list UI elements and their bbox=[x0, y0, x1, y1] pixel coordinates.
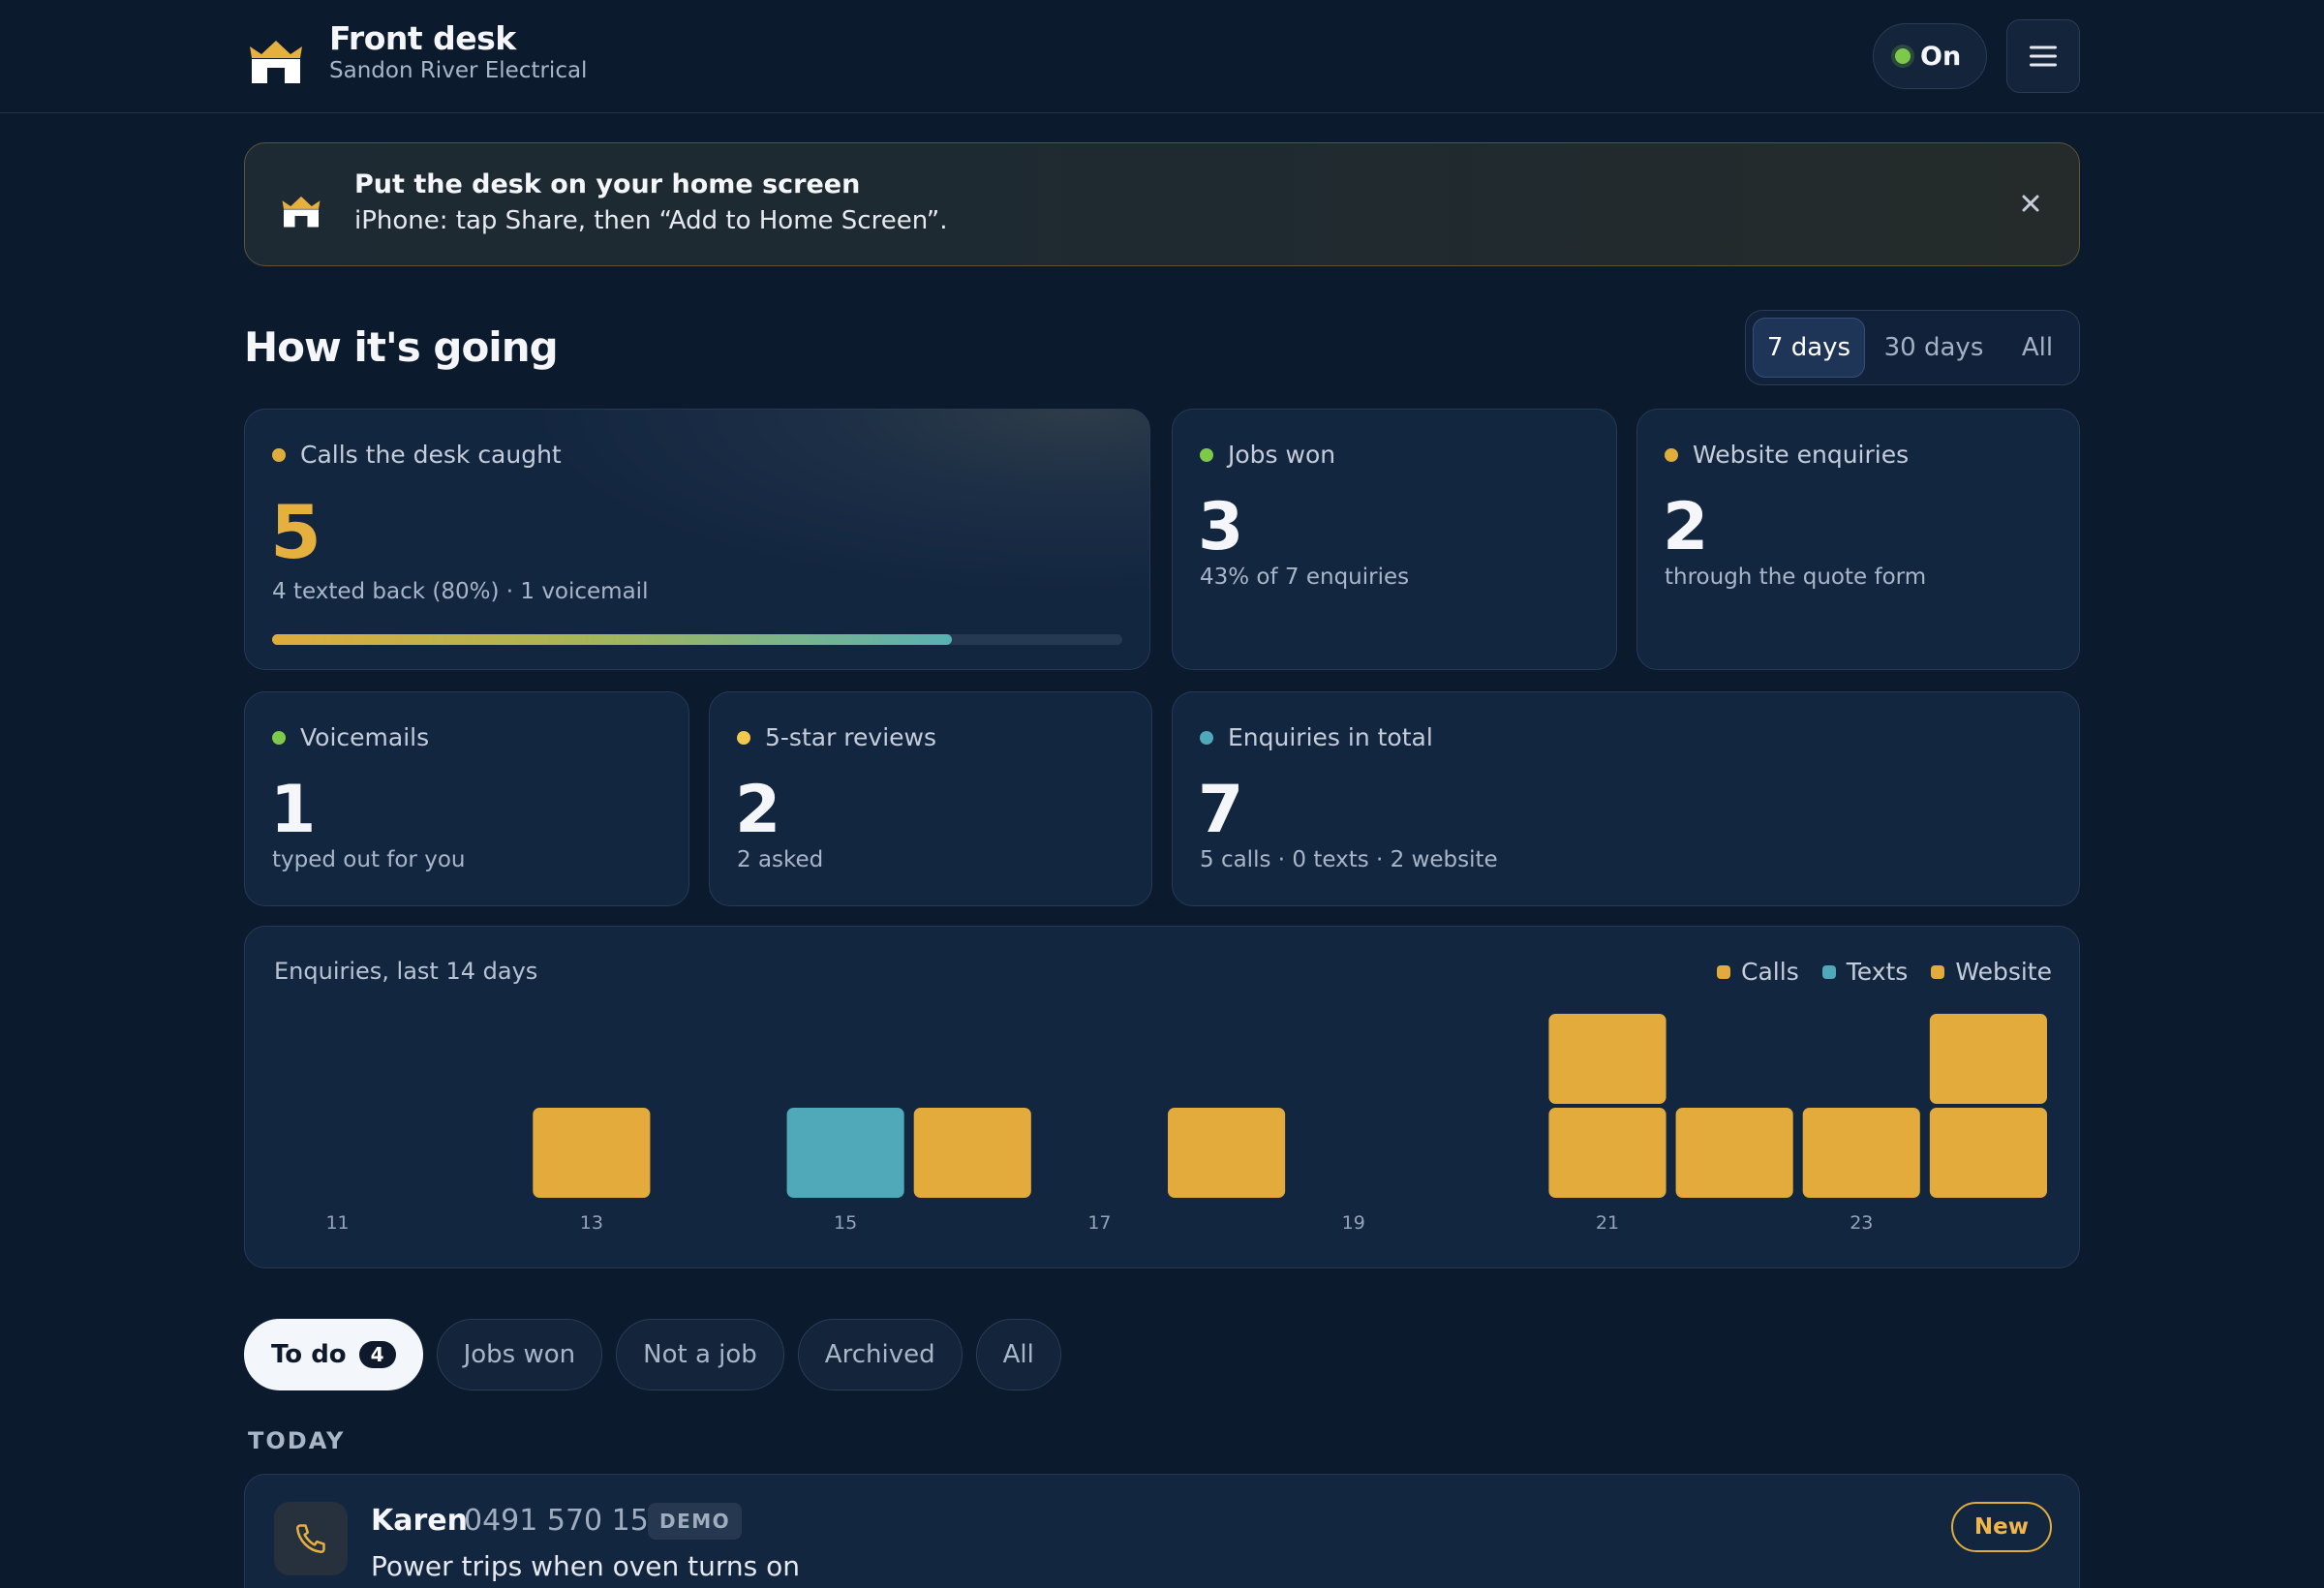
x-tick-label: 23 bbox=[1850, 1212, 1873, 1234]
close-icon bbox=[2022, 195, 2039, 212]
call-type-badge bbox=[274, 1502, 348, 1575]
bar-calls-24[interactable] bbox=[1929, 1108, 2047, 1198]
business-name: Sandon River Electrical bbox=[329, 58, 588, 83]
calls-caught-card[interactable]: Calls the desk caught 5 4 texted back (8… bbox=[244, 409, 1150, 670]
jobs-won-count: 3 bbox=[1198, 489, 1243, 565]
website-enquiries-count: 2 bbox=[1663, 489, 1708, 565]
status-badge: New bbox=[1950, 1502, 2052, 1552]
total-enquiries-card[interactable]: Enquiries in total 7 5 calls · 0 texts ·… bbox=[1172, 691, 2080, 906]
voicemails-card[interactable]: Voicemails 1 typed out for you bbox=[244, 691, 689, 906]
card-label: Website enquiries bbox=[1665, 441, 1909, 469]
bar-calls-18[interactable] bbox=[1168, 1108, 1286, 1198]
voicemails-detail: typed out for you bbox=[272, 847, 466, 872]
range-option-7-days[interactable]: 7 days bbox=[1753, 318, 1865, 378]
card-label: Calls the desk caught bbox=[272, 441, 562, 469]
demo-tag: DEMO bbox=[648, 1503, 743, 1540]
house-crown-icon bbox=[250, 41, 302, 83]
tab-not-a-job[interactable]: Not a job bbox=[616, 1319, 784, 1390]
jobs-won-detail: 43% of 7 enquiries bbox=[1200, 565, 1410, 590]
voicemails-count: 1 bbox=[270, 772, 316, 848]
calls-dot bbox=[272, 447, 286, 462]
card-label: 5-star reviews bbox=[737, 723, 936, 751]
total-enquiries-count: 7 bbox=[1198, 772, 1243, 848]
calls-detail: 4 texted back (80%) · 1 voicemail bbox=[272, 579, 649, 604]
x-tick-label: 13 bbox=[580, 1212, 603, 1234]
hamburger-menu-icon bbox=[2030, 46, 2057, 67]
tab-to-do[interactable]: To do 4 bbox=[244, 1319, 423, 1390]
reviews-dot bbox=[737, 730, 750, 745]
house-crown-icon bbox=[282, 196, 321, 228]
caller-phone[interactable]: 0491 570 156 bbox=[464, 1504, 667, 1538]
x-tick-label: 19 bbox=[1342, 1212, 1365, 1234]
tab-jobs-won[interactable]: Jobs won bbox=[436, 1319, 603, 1390]
desk-on-toggle[interactable]: On bbox=[1873, 23, 1987, 89]
range-option-30-days[interactable]: 30 days bbox=[1871, 318, 1997, 378]
app-title: Front desk bbox=[329, 19, 516, 57]
enquiry-list-item[interactable]: Karen 0491 570 156 DEMO Power trips when… bbox=[244, 1474, 2080, 1588]
bar-calls-23[interactable] bbox=[1802, 1108, 1920, 1198]
reviews-card[interactable]: 5-star reviews 2 2 asked bbox=[709, 691, 1152, 906]
tab-archived[interactable]: Archived bbox=[797, 1319, 963, 1390]
banner-title: Put the desk on your home screen bbox=[354, 169, 861, 199]
top-bar: Front desk Sandon River Electrical On bbox=[0, 0, 2324, 113]
website-enquiries-detail: through the quote form bbox=[1665, 565, 1927, 590]
tab-all[interactable]: All bbox=[975, 1319, 1061, 1390]
status-dot bbox=[1895, 48, 1911, 64]
bar-texts-15[interactable] bbox=[786, 1108, 904, 1198]
x-tick-label: 15 bbox=[834, 1212, 857, 1234]
jobs-dot bbox=[1200, 447, 1213, 462]
progress-fill bbox=[272, 634, 953, 645]
reviews-count: 2 bbox=[735, 772, 780, 848]
jobs-won-card[interactable]: Jobs won 3 43% of 7 enquiries bbox=[1172, 409, 1617, 670]
card-label: Voicemails bbox=[272, 723, 429, 751]
card-label: Jobs won bbox=[1200, 441, 1335, 469]
bar-calls-13[interactable] bbox=[533, 1108, 651, 1198]
caller-name: Karen bbox=[371, 1504, 468, 1538]
website-enquiries-card[interactable]: Website enquiries 2 through the quote fo… bbox=[1636, 409, 2080, 670]
enquiries-chart-card: Enquiries, last 14 days Calls Texts Webs… bbox=[244, 926, 2080, 1268]
website-dot bbox=[1665, 447, 1678, 462]
x-tick-label: 11 bbox=[325, 1212, 349, 1234]
toggle-label: On bbox=[1920, 41, 1962, 72]
range-option-all[interactable]: All bbox=[2003, 318, 2072, 378]
stats-section-title: How it's going bbox=[244, 323, 559, 371]
list-group-label: TODAY bbox=[248, 1427, 346, 1454]
total-dot bbox=[1200, 730, 1213, 745]
filter-tabs: To do 4 Jobs won Not a job Archived All bbox=[244, 1319, 1061, 1390]
banner-message: iPhone: tap Share, then “Add to Home Scr… bbox=[354, 206, 948, 235]
x-tick-label: 17 bbox=[1087, 1212, 1111, 1234]
voicemails-dot bbox=[272, 730, 286, 745]
bar-website-21[interactable] bbox=[1548, 1014, 1667, 1104]
bar-calls-16[interactable] bbox=[913, 1108, 1031, 1198]
bar-calls-21[interactable] bbox=[1548, 1108, 1667, 1198]
calls-count: 5 bbox=[270, 489, 321, 575]
enquiry-description: Power trips when oven turns on bbox=[371, 1550, 801, 1582]
to-do-count-badge: 4 bbox=[358, 1341, 396, 1368]
x-tick-label: 21 bbox=[1596, 1212, 1619, 1234]
phone-icon bbox=[295, 1524, 325, 1554]
reviews-detail: 2 asked bbox=[737, 847, 824, 872]
banner-close-button[interactable] bbox=[2013, 186, 2048, 221]
texted-back-progress bbox=[272, 634, 1122, 645]
bar-website-24[interactable] bbox=[1929, 1014, 2047, 1104]
menu-button[interactable] bbox=[2006, 19, 2080, 93]
install-banner: Put the desk on your home screen iPhone:… bbox=[244, 142, 2080, 266]
total-enquiries-detail: 5 calls · 0 texts · 2 website bbox=[1200, 847, 1498, 872]
card-label: Enquiries in total bbox=[1200, 723, 1433, 751]
bar-calls-22[interactable] bbox=[1675, 1108, 1793, 1198]
enquiries-bar-chart: 11 13 15 17 19 21 23 bbox=[325, 1014, 2047, 1234]
date-range-selector: 7 days 30 days All bbox=[1745, 310, 2080, 385]
